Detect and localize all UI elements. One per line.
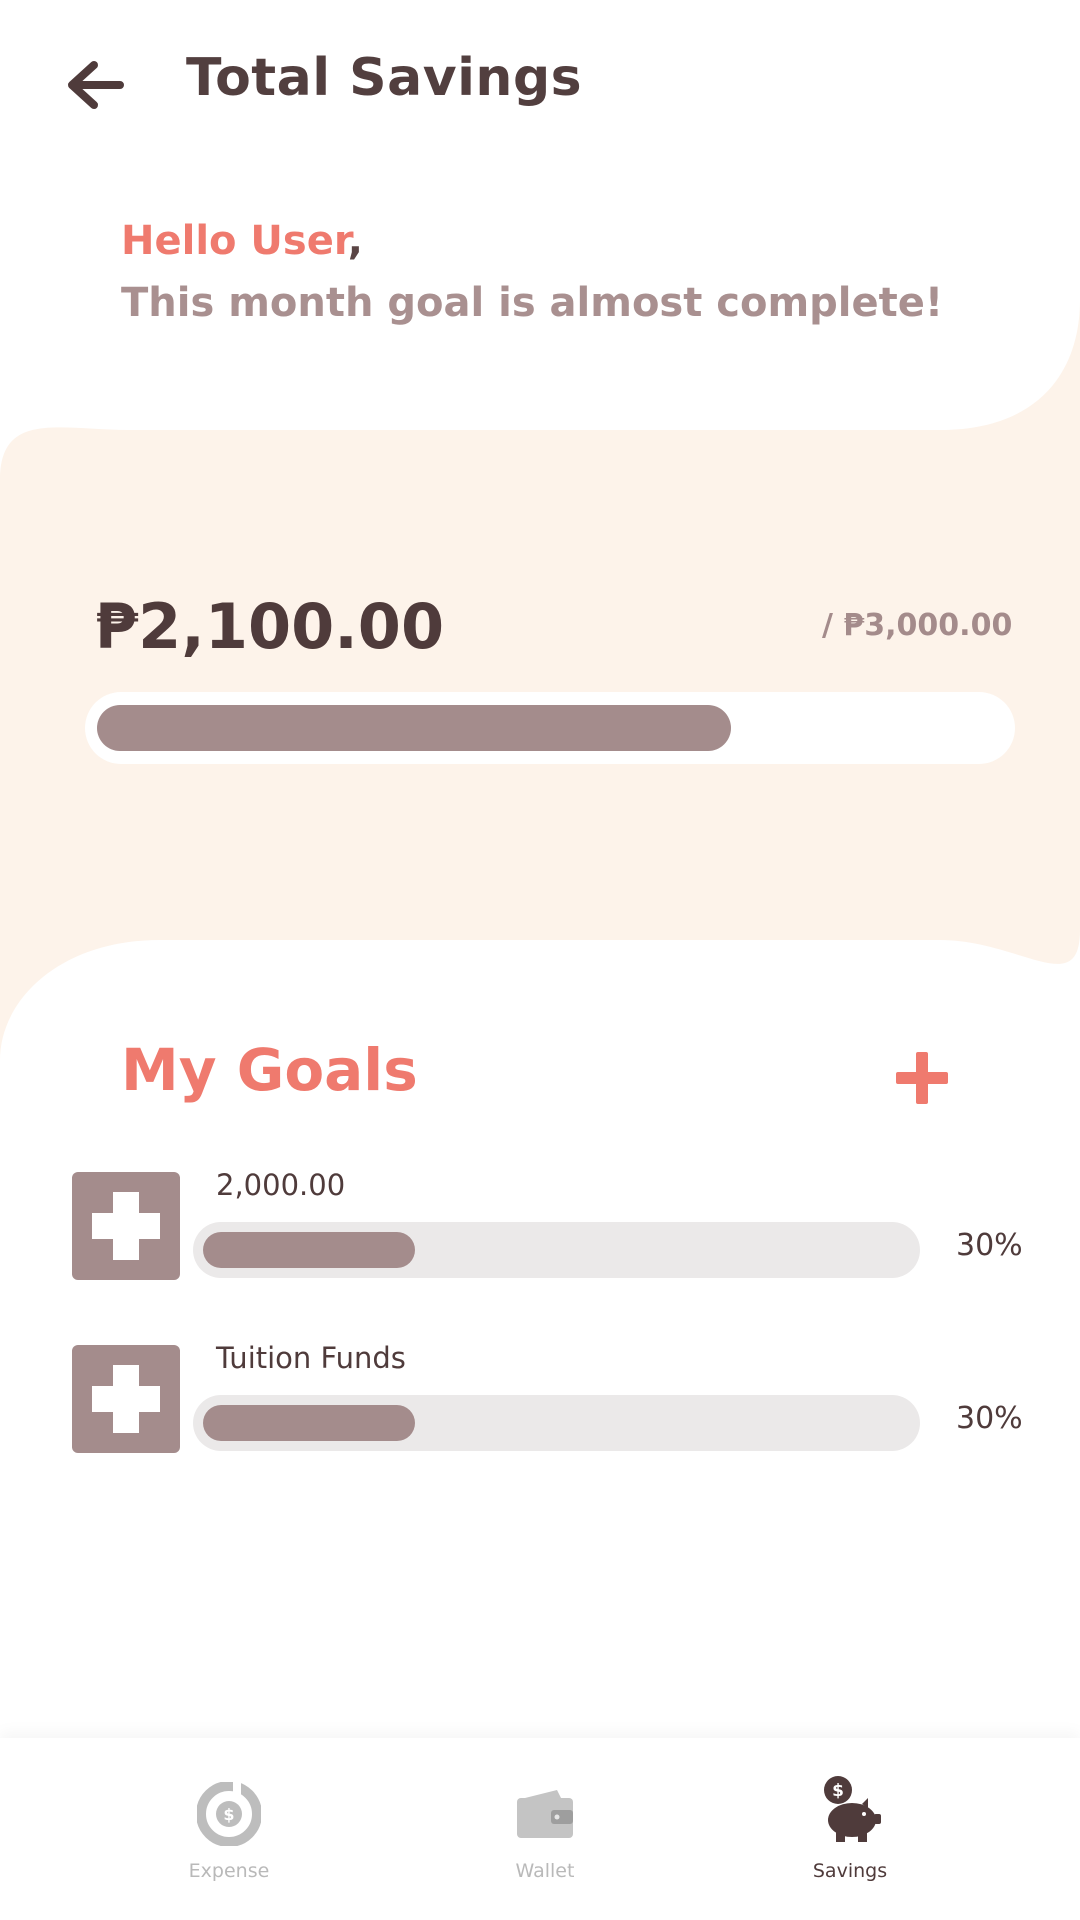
medical-cross-icon bbox=[72, 1172, 180, 1280]
goal-name: 2,000.00 bbox=[216, 1168, 346, 1202]
goal-name: Tuition Funds bbox=[216, 1341, 406, 1375]
greeting-message: This month goal is almost complete! bbox=[121, 280, 944, 326]
wallet-icon bbox=[517, 1790, 573, 1838]
nav-label: Wallet bbox=[515, 1860, 575, 1882]
goal-item[interactable]: Tuition Funds 30% bbox=[72, 1341, 1023, 1455]
greeting-hello: Hello User bbox=[121, 218, 348, 264]
greeting-comma: , bbox=[347, 218, 363, 264]
svg-text:$: $ bbox=[223, 1805, 234, 1824]
goal-percent: 30% bbox=[956, 1228, 1023, 1263]
piggy-bank-icon: $ bbox=[824, 1776, 881, 1842]
target-amount: / ₱3,000.00 bbox=[822, 608, 1013, 643]
add-goal-button[interactable] bbox=[890, 1046, 954, 1110]
goal-progress-bar bbox=[193, 1222, 920, 1278]
back-button[interactable] bbox=[60, 55, 140, 115]
expense-icon: $ bbox=[197, 1782, 261, 1846]
nav-label: Expense bbox=[188, 1860, 270, 1882]
nav-item-expense[interactable]: $ Expense bbox=[129, 1738, 329, 1920]
goal-progress-bar bbox=[193, 1395, 920, 1451]
plus-icon bbox=[896, 1052, 948, 1104]
bottom-nav: $ Expense Wallet $ Savings bbox=[0, 1738, 1080, 1920]
svg-text:$: $ bbox=[832, 1781, 844, 1801]
goals-title: My Goals bbox=[121, 1036, 418, 1104]
goal-item[interactable]: 2,000.00 30% bbox=[72, 1168, 1023, 1282]
goal-progress-fill bbox=[203, 1405, 415, 1441]
total-progress-fill bbox=[97, 705, 731, 751]
arrow-left-icon bbox=[68, 61, 124, 109]
nav-label: Savings bbox=[812, 1860, 888, 1882]
page-title: Total Savings bbox=[186, 48, 583, 108]
medical-cross-icon bbox=[72, 1345, 180, 1453]
total-progress-bar bbox=[85, 692, 1015, 764]
nav-item-wallet[interactable]: Wallet bbox=[445, 1738, 645, 1920]
nav-item-savings[interactable]: $ Savings bbox=[750, 1738, 950, 1920]
goal-percent: 30% bbox=[956, 1401, 1023, 1436]
greeting-line: Hello User, bbox=[121, 218, 363, 264]
goal-progress-fill bbox=[203, 1232, 415, 1268]
saved-amount: ₱2,100.00 bbox=[95, 590, 445, 663]
